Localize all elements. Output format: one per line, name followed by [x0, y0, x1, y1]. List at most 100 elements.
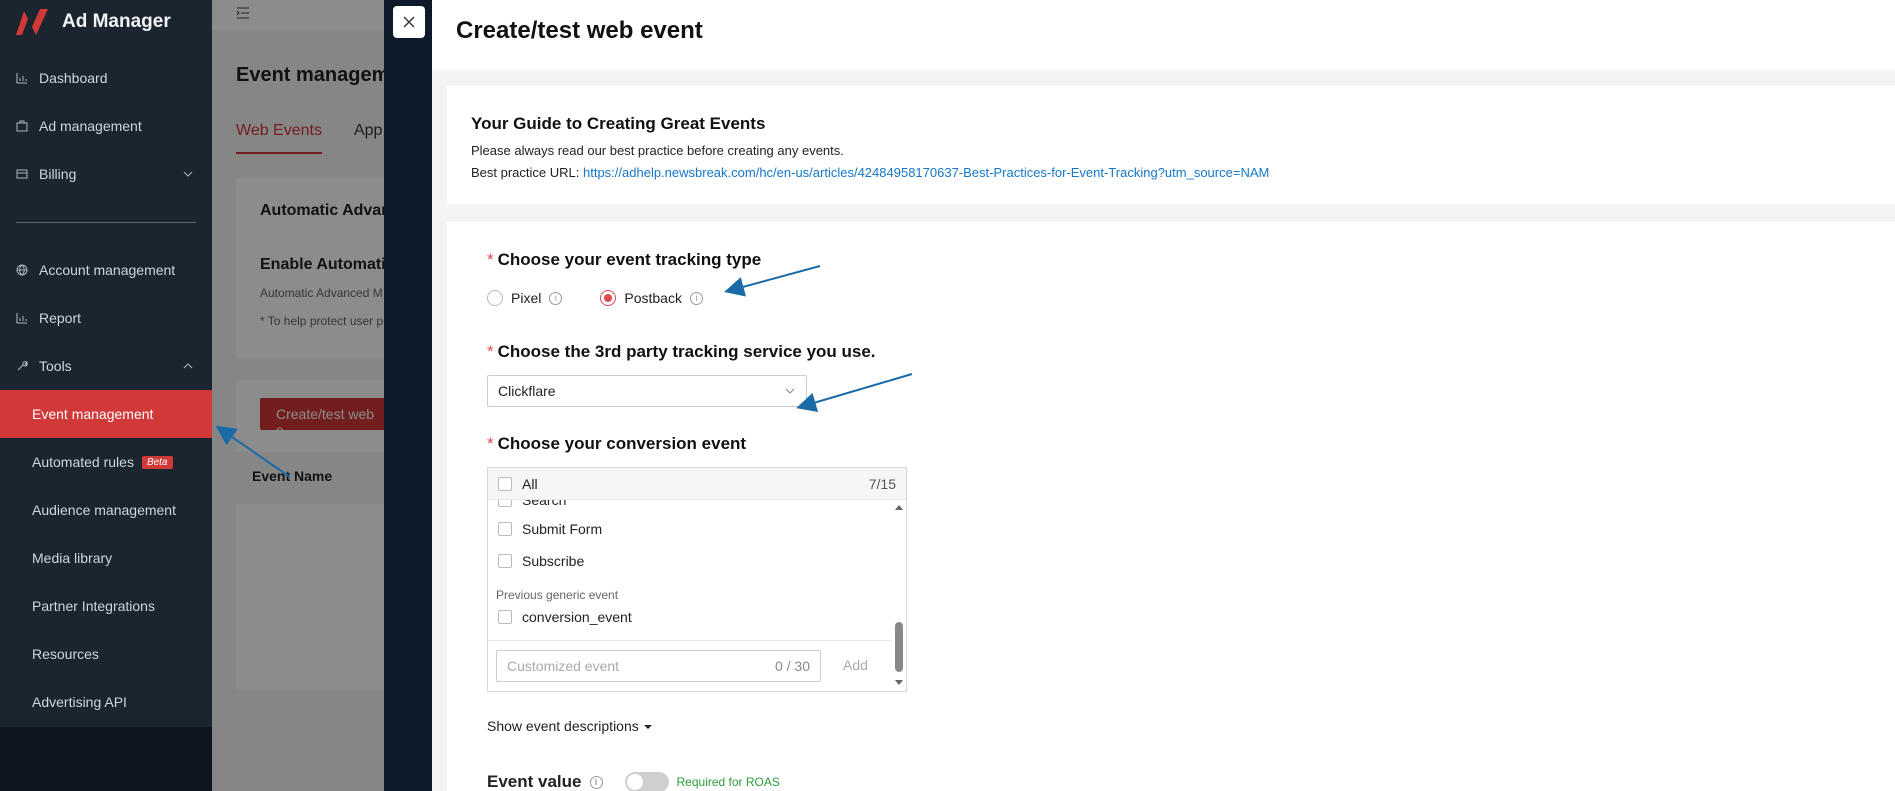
event-checkbox[interactable]	[498, 610, 512, 624]
sidebar-item-advertising-api[interactable]: Advertising API	[0, 678, 212, 726]
sidebar-item-label: Tools	[39, 358, 72, 374]
sidebar-item-label: Ad management	[39, 118, 142, 134]
event-label: conversion_event	[522, 609, 632, 625]
custom-event-placeholder: Customized event	[507, 658, 620, 674]
panel-title: Create/test web event	[456, 17, 703, 44]
guide-card: Your Guide to Creating Great Events Plea…	[447, 86, 1895, 204]
info-icon[interactable]: i	[689, 291, 703, 305]
list-item[interactable]: Submit Form	[498, 521, 602, 537]
sidebar-item-label: Partner Integrations	[32, 598, 155, 614]
list-item[interactable]: Subscribe	[498, 553, 584, 569]
list-item[interactable]: conversion_event	[498, 609, 632, 625]
beta-badge: Beta	[141, 455, 173, 469]
list-item[interactable]: Search	[498, 500, 566, 508]
event-checkbox[interactable]	[498, 500, 512, 507]
sidebar-item-event-management[interactable]: Event management	[0, 390, 212, 438]
chart-icon	[15, 71, 29, 85]
event-checkbox[interactable]	[498, 554, 512, 568]
tracking-service-value: Clickflare	[498, 383, 556, 399]
create-event-panel: Create/test web event Your Guide to Crea…	[432, 0, 1895, 791]
add-custom-event-button[interactable]: Add	[843, 657, 868, 673]
sidebar-nav: Ad Manager Dashboard Ad management Billi…	[0, 0, 212, 727]
select-all-label: All	[522, 475, 538, 492]
chart-icon	[15, 311, 29, 325]
sidebar-item-dashboard[interactable]: Dashboard	[0, 54, 212, 102]
roas-hint: Required for ROAS	[676, 775, 780, 789]
sidebar-item-media-library[interactable]: Media library	[0, 534, 212, 582]
globe-icon	[15, 263, 29, 277]
conversion-event-label: * Choose your conversion event	[487, 434, 746, 454]
postback-label[interactable]: Postback	[624, 290, 682, 306]
sidebar-item-label: Audience management	[32, 502, 176, 518]
sidebar: Ad Manager Dashboard Ad management Billi…	[0, 0, 212, 791]
scroll-down-icon[interactable]	[895, 680, 903, 685]
info-icon[interactable]: i	[549, 291, 563, 305]
close-icon	[403, 16, 415, 28]
sidebar-item-tools[interactable]: Tools	[0, 342, 212, 390]
tracking-service-select[interactable]: Clickflare	[487, 375, 807, 407]
sidebar-item-audience-management[interactable]: Audience management	[0, 486, 212, 534]
select-all-checkbox[interactable]	[498, 476, 512, 491]
guide-text: Please always read our best practice bef…	[471, 143, 844, 158]
panel-body: Your Guide to Creating Great Events Plea…	[432, 70, 1895, 791]
divider	[488, 640, 892, 641]
guide-heading: Your Guide to Creating Great Events	[471, 114, 766, 133]
scroll-thumb[interactable]	[895, 622, 903, 672]
sidebar-item-report[interactable]: Report	[0, 294, 212, 342]
app-name: Ad Manager	[62, 11, 171, 32]
card-icon	[15, 167, 29, 181]
event-value-label: Event value	[487, 772, 582, 791]
list-scrollbar[interactable]	[892, 500, 906, 691]
tracking-type-radio-group: Pixel i Postback i	[487, 290, 703, 306]
sidebar-item-label: Account management	[39, 262, 176, 278]
tracking-type-label: * Choose your event tracking type	[487, 250, 761, 270]
third-party-text: Choose the 3rd party tracking service yo…	[497, 342, 876, 361]
app-logo[interactable]: Ad Manager	[14, 6, 171, 38]
info-icon[interactable]: i	[589, 775, 603, 789]
event-label: Subscribe	[522, 553, 585, 569]
chevron-down-icon	[785, 388, 795, 394]
char-count: 0 / 30	[774, 658, 810, 674]
event-checkbox[interactable]	[498, 522, 512, 536]
required-marker: *	[487, 342, 494, 361]
pixel-label[interactable]: Pixel	[511, 290, 541, 306]
sidebar-item-label: Report	[39, 310, 82, 326]
required-marker: *	[487, 250, 494, 269]
pixel-radio[interactable]	[487, 290, 503, 306]
conversion-event-text: Choose your conversion event	[497, 434, 747, 453]
sidebar-item-resources[interactable]: Resources	[0, 630, 212, 678]
drawer-edge	[384, 0, 432, 791]
selection-count: 7/15	[868, 475, 896, 492]
close-button[interactable]	[393, 6, 425, 38]
sidebar-footer	[0, 727, 212, 791]
show-descriptions-toggle[interactable]: Show event descriptions	[487, 718, 653, 734]
chevron-up-icon	[183, 363, 193, 369]
show-descriptions-label: Show event descriptions	[487, 718, 639, 734]
wrench-icon	[15, 359, 29, 373]
event-label: Search	[522, 500, 567, 508]
sidebar-item-label: Billing	[39, 166, 77, 182]
best-practice-link[interactable]: https://adhelp.newsbreak.com/hc/en-us/ar…	[583, 165, 1269, 180]
sidebar-item-account-management[interactable]: Account management	[0, 246, 212, 294]
sidebar-item-partner-integrations[interactable]: Partner Integrations	[0, 582, 212, 630]
chevron-down-icon	[183, 171, 193, 177]
sidebar-item-label: Dashboard	[39, 70, 108, 86]
sidebar-item-ad-management[interactable]: Ad management	[0, 102, 212, 150]
sidebar-item-label: Event management	[32, 406, 154, 422]
conversion-event-list[interactable]: Search Submit Form Subscribe Previous ge…	[488, 500, 892, 691]
sidebar-item-billing[interactable]: Billing	[0, 150, 212, 198]
sidebar-item-label: Resources	[32, 646, 99, 662]
guide-url-line: Best practice URL: https://adhelp.newsbr…	[471, 162, 1871, 184]
postback-radio[interactable]	[600, 290, 617, 306]
briefcase-icon	[15, 119, 29, 133]
custom-event-input[interactable]: Customized event 0 / 30	[496, 650, 821, 682]
event-value-toggle[interactable]	[624, 772, 669, 791]
select-all-row[interactable]: All 7/15	[488, 468, 906, 500]
event-form: * Choose your event tracking type Pixel i…	[447, 222, 1895, 791]
caret-down-icon	[643, 725, 652, 729]
sidebar-item-label: Advertising API	[32, 694, 127, 710]
event-group-label: Previous generic event	[496, 588, 619, 602]
sidebar-divider	[16, 222, 196, 223]
sidebar-item-automated-rules[interactable]: Automated rules Beta	[0, 438, 212, 486]
scroll-up-icon[interactable]	[895, 505, 903, 510]
